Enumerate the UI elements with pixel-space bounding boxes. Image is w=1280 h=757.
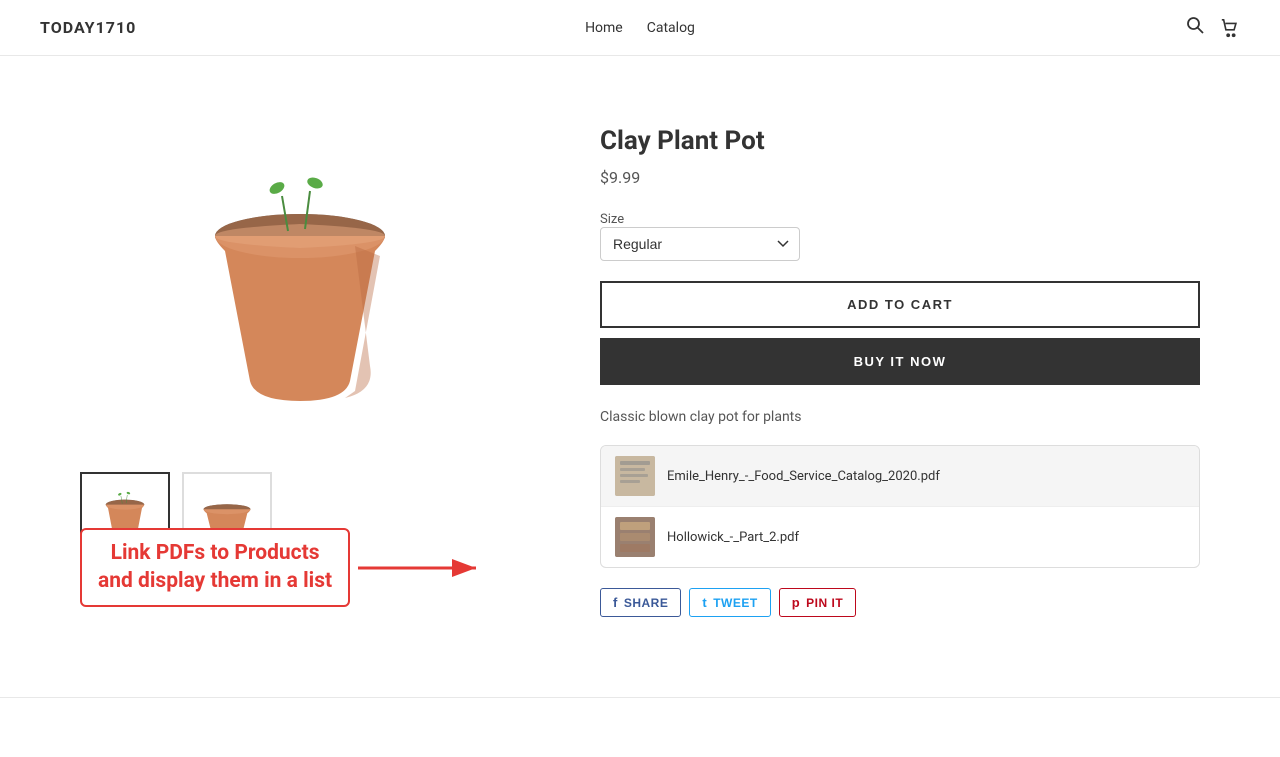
facebook-icon: f xyxy=(613,595,618,610)
product-details-section: Clay Plant Pot $9.99 Size Regular Small … xyxy=(600,116,1200,617)
share-twitter-button[interactable]: t TWEET xyxy=(689,588,770,617)
header-icons xyxy=(1186,16,1240,39)
share-pinterest-button[interactable]: p PIN IT xyxy=(779,588,856,617)
cart-icon[interactable] xyxy=(1220,18,1240,38)
share-facebook-label: SHARE xyxy=(624,596,669,610)
size-label: Size xyxy=(600,212,624,227)
search-icon[interactable] xyxy=(1186,16,1204,39)
annotation-line2: and display them in a list xyxy=(98,568,332,595)
buy-now-button[interactable]: BUY IT NOW xyxy=(600,338,1200,385)
main-content: Link PDFs to Products and display them i… xyxy=(40,56,1240,677)
product-description: Classic blown clay pot for plants xyxy=(600,409,1200,425)
pdf-item-2[interactable]: Hollowick_-_Part_2.pdf xyxy=(601,507,1199,567)
annotation-overlay: Link PDFs to Products and display them i… xyxy=(80,528,488,607)
main-nav: Home Catalog xyxy=(585,20,695,36)
share-twitter-label: TWEET xyxy=(713,596,758,610)
site-logo: TODAY1710 xyxy=(40,18,136,37)
social-share: f SHARE t TWEET p PIN IT xyxy=(600,588,1200,617)
share-pinterest-label: PIN IT xyxy=(806,596,843,610)
pdf-thumbnail-1 xyxy=(615,456,655,496)
add-to-cart-button[interactable]: ADD TO CART xyxy=(600,281,1200,328)
pdf-item-1[interactable]: Emile_Henry_-_Food_Service_Catalog_2020.… xyxy=(601,446,1199,507)
footer xyxy=(0,697,1280,757)
pdf-name-1: Emile_Henry_-_Food_Service_Catalog_2020.… xyxy=(667,469,940,484)
annotation-box: Link PDFs to Products and display them i… xyxy=(80,528,350,607)
pdf-list: Emile_Henry_-_Food_Service_Catalog_2020.… xyxy=(600,445,1200,568)
pdf-thumbnail-2 xyxy=(615,517,655,557)
size-select[interactable]: Regular Small Large xyxy=(600,227,800,261)
product-image-section: Link PDFs to Products and display them i… xyxy=(80,116,520,617)
product-title: Clay Plant Pot xyxy=(600,126,1200,156)
main-product-image xyxy=(80,116,520,456)
pinterest-icon: p xyxy=(792,595,800,610)
header: TODAY1710 Home Catalog xyxy=(0,0,1280,56)
annotation-line1: Link PDFs to Products xyxy=(98,540,332,567)
nav-catalog[interactable]: Catalog xyxy=(647,20,695,36)
share-facebook-button[interactable]: f SHARE xyxy=(600,588,681,617)
pdf-name-2: Hollowick_-_Part_2.pdf xyxy=(667,530,799,545)
twitter-icon: t xyxy=(702,595,707,610)
product-price: $9.99 xyxy=(600,168,1200,187)
nav-home[interactable]: Home xyxy=(585,20,623,36)
